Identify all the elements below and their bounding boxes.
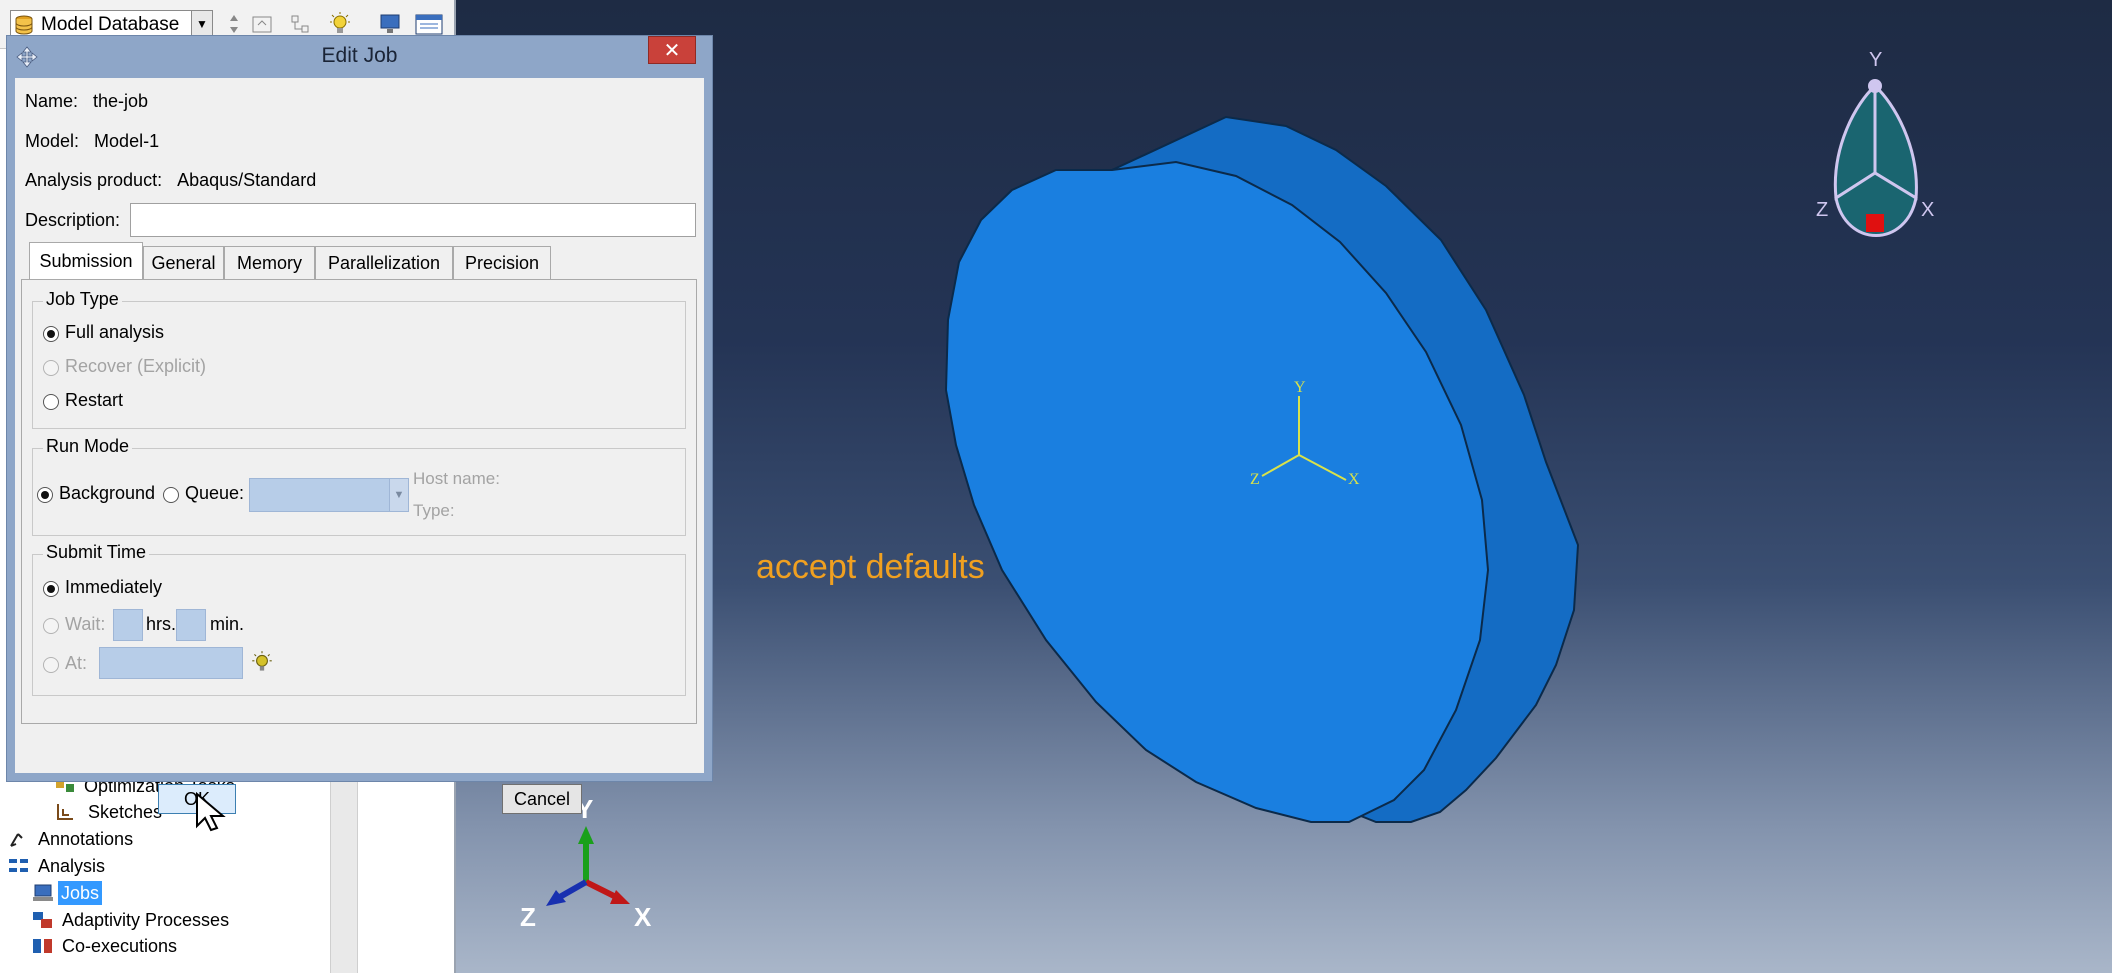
co-execution-icon	[33, 939, 52, 953]
view-triad-z-label: Z	[1816, 199, 1828, 221]
immediately-label: Immediately	[65, 577, 163, 597]
name-value: the-job	[93, 91, 149, 111]
at-time-input	[99, 647, 243, 679]
model-value: Model-1	[94, 131, 160, 151]
restart-label: Restart	[65, 390, 124, 410]
full-analysis-radio[interactable]	[43, 326, 59, 342]
view-triad-x-label: X	[1921, 199, 1934, 221]
product-row: Analysis product: Abaqus/Standard	[25, 170, 316, 191]
queue-select: ▼	[249, 478, 409, 512]
at-radio	[43, 657, 59, 673]
folder-up-icon[interactable]	[250, 12, 274, 36]
adaptivity-icon	[33, 912, 52, 928]
global-triad-z-label: Z	[520, 902, 536, 932]
center-triad-x-label: X	[1348, 471, 1360, 488]
center-csys-triad: Y X Z	[1250, 379, 1360, 488]
submit-time-title: Submit Time	[43, 542, 150, 563]
hrs-label: hrs.	[146, 614, 177, 634]
name-row: Name: the-job	[25, 91, 148, 112]
wait-minutes-input	[176, 609, 206, 641]
model-row: Model: Model-1	[25, 131, 159, 152]
queue-radio[interactable]	[163, 487, 179, 503]
up-down-arrows-icon[interactable]	[222, 12, 246, 36]
dialog-body: Name: the-job Model: Model-1 Analysis pr…	[15, 78, 704, 832]
tree-item-label: Annotations	[38, 829, 134, 849]
description-label: Description:	[25, 210, 121, 230]
tree-scrollbar[interactable]	[330, 770, 358, 973]
wait-radio	[43, 618, 59, 634]
analysis-icon	[9, 859, 28, 872]
job-type-title: Job Type	[43, 289, 122, 310]
monitor-icon[interactable]	[378, 12, 402, 36]
database-icon	[15, 15, 33, 35]
tree-item-label: Jobs	[58, 881, 103, 905]
chevron-down-icon[interactable]: ▼	[191, 11, 212, 37]
global-triad-x-label: X	[634, 902, 652, 932]
chevron-down-icon: ▼	[389, 479, 408, 511]
view-origin-marker	[1866, 214, 1884, 232]
analysis-product-value: Abaqus/Standard	[177, 170, 317, 190]
dialog-titlebar[interactable]: Edit Job ✕	[7, 36, 712, 76]
model-label: Model:	[25, 131, 80, 151]
name-label: Name:	[25, 91, 79, 111]
tree-item-label: Adaptivity Processes	[62, 910, 230, 930]
jobs-icon	[33, 884, 53, 901]
submission-tab-panel: Job Type Full analysis Recover (Explicit…	[21, 279, 697, 724]
run-mode-title: Run Mode	[43, 436, 133, 457]
wait-label: Wait:	[65, 614, 106, 634]
restart-radio[interactable]	[43, 394, 59, 410]
tree-filter-icon[interactable]	[288, 12, 312, 36]
tree-item-label: Sketches	[88, 802, 163, 822]
description-input[interactable]	[130, 203, 696, 237]
tutorial-annotation: accept defaults	[756, 548, 985, 586]
sketch-icon	[57, 804, 73, 820]
background-radio[interactable]	[37, 487, 53, 503]
analysis-product-label: Analysis product:	[25, 170, 163, 190]
tab-precision[interactable]: Precision	[453, 246, 551, 279]
model-database-selector[interactable]: Model Database ▼	[10, 10, 213, 38]
background-label: Background	[59, 483, 156, 503]
run-mode-group: Run Mode Background Queue: ▼ Host name: …	[32, 436, 686, 536]
recover-explicit-radio	[43, 360, 59, 376]
tree-item-label: Co-executions	[62, 936, 178, 956]
type-label: Type:	[413, 501, 455, 520]
tab-parallelization[interactable]: Parallelization	[315, 246, 453, 279]
host-name-label: Host name:	[413, 469, 500, 488]
immediately-radio[interactable]	[43, 581, 59, 597]
lightbulb-icon	[252, 651, 272, 671]
view-triad-y-label: Y	[1869, 49, 1882, 71]
wait-hours-input	[113, 609, 143, 641]
tab-memory[interactable]: Memory	[224, 246, 315, 279]
full-analysis-label: Full analysis	[65, 322, 165, 342]
min-label: min.	[210, 614, 245, 634]
at-label: At:	[65, 653, 88, 673]
tab-general[interactable]: General	[143, 246, 224, 279]
view-orientation-triad[interactable]: Y Z X	[1796, 48, 1966, 268]
close-button[interactable]: ✕	[648, 36, 696, 64]
tree-item-label: Analysis	[38, 856, 106, 876]
queue-label: Queue:	[185, 483, 245, 503]
center-triad-y-label: Y	[1294, 379, 1306, 396]
window-icon[interactable]	[414, 12, 444, 36]
mouse-cursor-icon	[196, 792, 226, 832]
tab-submission[interactable]: Submission	[29, 242, 143, 279]
annotation-icon	[10, 833, 23, 847]
submit-time-group: Submit Time Immediately Wait: hrs. min. …	[32, 542, 686, 696]
recover-explicit-label: Recover (Explicit)	[65, 356, 207, 376]
center-triad-z-label: Z	[1250, 471, 1260, 488]
edit-job-dialog: Edit Job ✕ Name: the-job Model: Model-1 …	[6, 35, 713, 832]
job-type-group: Job Type Full analysis Recover (Explicit…	[32, 289, 686, 429]
cancel-button[interactable]: Cancel	[502, 784, 582, 814]
dialog-title: Edit Job	[321, 44, 398, 67]
lightbulb-icon[interactable]	[328, 12, 352, 36]
